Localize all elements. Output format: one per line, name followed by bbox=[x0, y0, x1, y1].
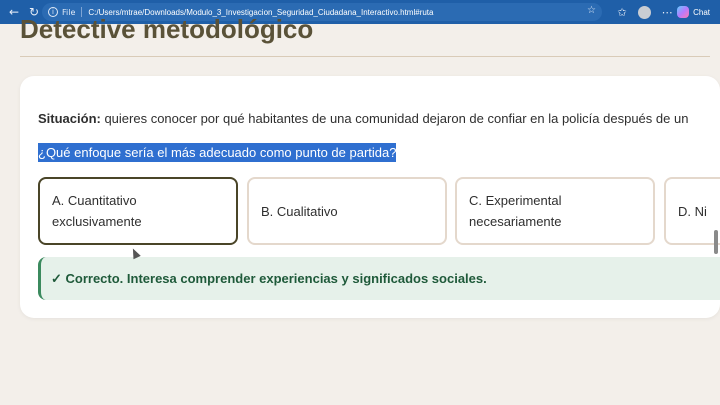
copilot-chat-button[interactable]: Chat bbox=[677, 6, 710, 18]
page-title: Detective metodológico bbox=[20, 14, 314, 44]
star-icon[interactable]: ☆ bbox=[587, 5, 596, 16]
option-c-button[interactable]: C. Experimental necesariamente bbox=[455, 177, 655, 245]
question-text: ¿Qué enfoque sería el más adecuado como … bbox=[38, 143, 397, 162]
situation-label: Situación: bbox=[38, 111, 101, 126]
option-a-button[interactable]: A. Cuantitativo exclusivamente bbox=[38, 177, 238, 245]
more-menu-icon[interactable]: ⋯ bbox=[657, 2, 677, 22]
scrollbar-thumb[interactable] bbox=[714, 230, 718, 254]
option-b-button[interactable]: B. Cualitativo bbox=[247, 177, 447, 245]
feedback-message: ✓ Correcto. Interesa comprender experien… bbox=[38, 257, 720, 300]
favorites-icon[interactable]: ✩ bbox=[612, 2, 632, 22]
question-card: Situación: quieres conocer por qué habit… bbox=[20, 76, 720, 318]
page-scrollbar[interactable] bbox=[712, 24, 718, 405]
situation-text: Situación: quieres conocer por qué habit… bbox=[38, 111, 688, 126]
copilot-label: Chat bbox=[693, 7, 710, 17]
situation-body: quieres conocer por qué habitantes de un… bbox=[100, 111, 689, 126]
title-divider bbox=[20, 56, 710, 57]
copilot-icon bbox=[677, 6, 690, 18]
profile-avatar[interactable] bbox=[638, 5, 652, 19]
